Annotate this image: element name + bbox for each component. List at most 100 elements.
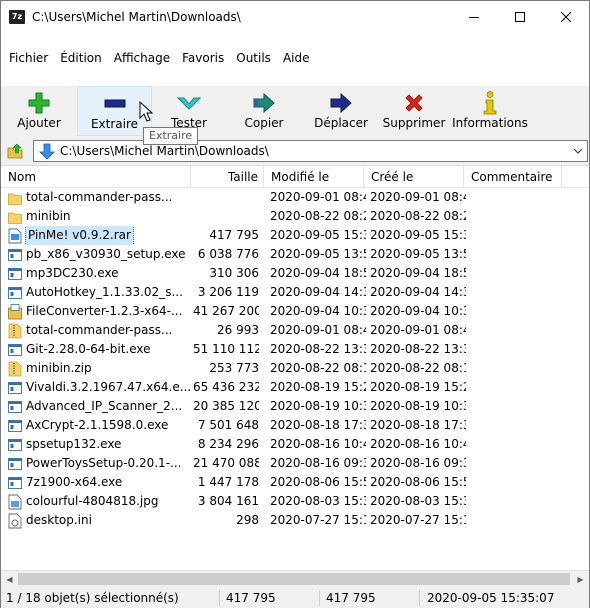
file-name-cell: desktop.ini (8, 511, 192, 530)
file-modified: 2020-08-19 10:30 (270, 399, 366, 413)
file-size: 417 795 (209, 228, 259, 242)
file-row[interactable]: AutoHotkey_1.1.33.02_s... 3 206 119 2020-0… (1, 283, 589, 302)
file-name: minibin.zip (26, 361, 92, 375)
file-name-cell: 7z1900-x64.exe (8, 473, 192, 492)
scroll-thumb[interactable] (18, 573, 570, 585)
executable-icon (8, 247, 22, 263)
delete-button-label: Supprimer (382, 116, 446, 130)
move-arrow-icon (330, 92, 352, 114)
file-size: 310 306 (209, 266, 259, 280)
menu-favoris[interactable]: Favoris (176, 45, 230, 71)
file-row[interactable]: Git-2.28.0-64-bit.exe 51 110 112 2020-08-2… (1, 340, 589, 359)
column-modified[interactable]: Modifié le (264, 166, 364, 188)
file-name: Advanced_IP_Scanner_2... (26, 399, 183, 413)
file-size: 1 447 178 (197, 475, 259, 489)
file-size: 21 470 088 (193, 456, 259, 470)
file-name-cell: minibin.zip (8, 359, 192, 378)
close-button[interactable] (543, 1, 589, 32)
file-row[interactable]: PinMe! v0.9.2.rar 417 795 2020-09-05 15:35… (1, 226, 589, 245)
file-modified: 2020-09-01 08:42 (270, 190, 366, 204)
file-row[interactable]: mp3DC230.exe 310 306 2020-09-04 18:55 2020-… (1, 264, 589, 283)
file-row[interactable]: minibin.zip 253 773 2020-08-22 08:16 2020-0… (1, 359, 589, 378)
file-created: 2020-09-01 08:42 (370, 190, 466, 204)
up-folder-icon[interactable] (6, 142, 24, 160)
horizontal-scrollbar[interactable]: ◀ ▶ (1, 570, 589, 587)
move-button[interactable]: Déplacer (313, 86, 369, 136)
menu-fichier[interactable]: Fichier (3, 45, 54, 71)
file-created: 2020-09-04 10:30 (370, 304, 466, 318)
app-window: 7z C:\Users\Michel Martin\Downloads\ Fic… (0, 0, 590, 608)
file-created: 2020-09-05 15:35 (370, 228, 466, 242)
file-row[interactable]: minibin 2020-08-22 08:20 2020-08-22 08:20 (1, 207, 589, 226)
file-modified: 2020-08-03 15:31 (270, 494, 366, 508)
file-modified: 2020-09-01 08:42 (270, 323, 366, 337)
file-name-cell: AxCrypt-2.1.1598.0.exe (8, 416, 192, 435)
info-icon (483, 91, 497, 115)
scroll-left-icon[interactable]: ◀ (1, 571, 18, 588)
executable-icon (8, 437, 22, 453)
add-button[interactable]: Ajouter (11, 86, 67, 136)
file-row[interactable]: spsetup132.exe 8 234 296 2020-08-16 10:44 2… (1, 435, 589, 454)
delete-x-icon (405, 94, 423, 112)
file-modified: 2020-08-06 15:55 (270, 475, 366, 489)
file-row[interactable]: AxCrypt-2.1.1598.0.exe 7 501 648 2020-08-1… (1, 416, 589, 435)
toolbar: Ajouter Extraire Tester Copier Déplacer … (1, 86, 589, 138)
column-name[interactable]: Nom (1, 166, 191, 188)
file-created: 2020-08-16 10:44 (370, 437, 466, 451)
file-modified: 2020-08-22 13:37 (270, 342, 366, 356)
column-size[interactable]: Taille (191, 166, 264, 188)
executable-icon (8, 399, 22, 415)
column-created[interactable]: Créé le (364, 166, 464, 188)
executable-icon (8, 456, 22, 472)
file-row[interactable]: FileConverter-1.2.3-x64-... 41 267 200 202… (1, 302, 589, 321)
file-created: 2020-08-03 15:31 (370, 494, 466, 508)
file-modified: 2020-09-04 10:30 (270, 304, 366, 318)
copy-button[interactable]: Copier (236, 86, 292, 136)
minimize-button[interactable] (451, 1, 497, 32)
menu-affichage[interactable]: Affichage (108, 45, 176, 71)
file-size: 51 110 112 (193, 342, 259, 356)
file-row[interactable]: PowerToysSetup-0.20.1-... 21 470 088 2020-… (1, 454, 589, 473)
file-size: 253 773 (209, 361, 259, 375)
file-row[interactable]: colourful-4804818.jpg 3 804 161 2020-08-03… (1, 492, 589, 511)
minimize-icon (469, 16, 479, 18)
file-created: 2020-09-04 14:37 (370, 285, 466, 299)
maximize-button[interactable] (497, 1, 543, 32)
menu-edition[interactable]: Édition (54, 45, 108, 71)
list-header: Nom Taille Modifié le Créé le Commentair… (1, 166, 589, 188)
menu-outils[interactable]: Outils (230, 45, 277, 71)
file-name: total-commander-pass... (26, 323, 173, 337)
column-comment[interactable]: Commentaire (464, 166, 562, 188)
address-input[interactable]: C:\Users\Michel Martin\Downloads\ (33, 140, 588, 162)
file-row[interactable]: desktop.ini 298 2020-07-27 15:17 2020-07-27… (1, 511, 589, 530)
file-created: 2020-08-18 17:33 (370, 418, 466, 432)
file-row[interactable]: 7z1900-x64.exe 1 447 178 2020-08-06 15:55 2… (1, 473, 589, 492)
file-size: 298 (236, 513, 259, 527)
file-created: 2020-08-22 13:37 (370, 342, 466, 356)
file-name-cell: PowerToysSetup-0.20.1-... (8, 454, 192, 473)
file-row[interactable]: pb_x86_v30930_setup.exe 6 038 776 2020-09-… (1, 245, 589, 264)
file-row[interactable]: Advanced_IP_Scanner_2... 20 385 120 2020-0… (1, 397, 589, 416)
file-modified: 2020-08-19 15:29 (270, 380, 366, 394)
chevron-down-icon[interactable] (571, 144, 585, 158)
copy-arrow-icon (253, 92, 275, 114)
file-name: Vivaldi.3.2.1967.47.x64.e... (26, 380, 192, 394)
file-size (193, 188, 259, 207)
extract-button-label: Extraire (90, 117, 139, 131)
file-name: AxCrypt-2.1.1598.0.exe (26, 418, 169, 432)
maximize-icon (515, 11, 525, 22)
menu-aide[interactable]: Aide (277, 45, 316, 71)
file-created: 2020-07-27 15:17 (370, 513, 466, 527)
file-name: Git-2.28.0-64-bit.exe (26, 342, 151, 356)
file-name-cell: minibin (8, 207, 192, 226)
address-bar: C:\Users\Michel Martin\Downloads\ (1, 139, 589, 164)
minus-icon (104, 99, 125, 108)
delete-button[interactable]: Supprimer (382, 86, 446, 136)
file-row[interactable]: Vivaldi.3.2.1967.47.x64.e... 65 436 232 20… (1, 378, 589, 397)
info-button[interactable]: Informations (452, 86, 528, 136)
scroll-right-icon[interactable]: ▶ (572, 571, 589, 588)
check-icon (177, 97, 201, 110)
file-row[interactable]: total-commander-pass... 2020-09-01 08:42 2… (1, 188, 589, 207)
file-size: 3 206 119 (197, 285, 259, 299)
file-row[interactable]: total-commander-pass... 26 993 2020-09-01 … (1, 321, 589, 340)
